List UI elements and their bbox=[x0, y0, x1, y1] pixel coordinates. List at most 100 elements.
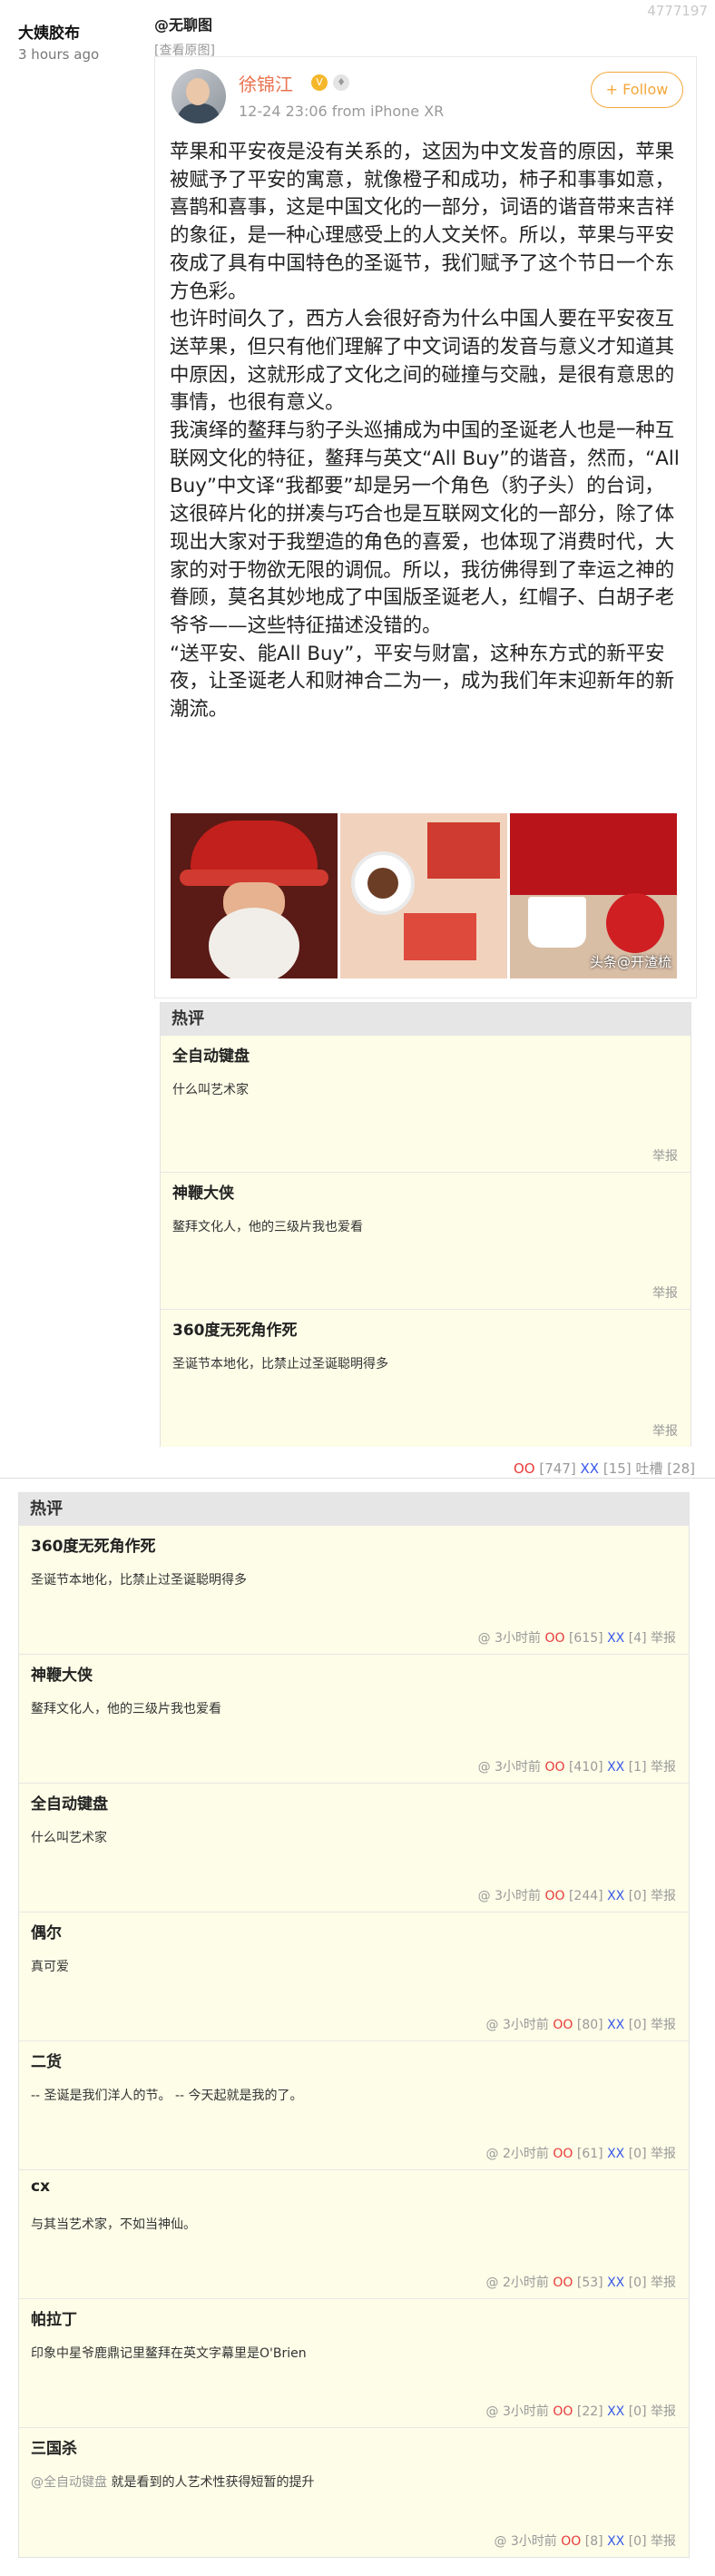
xx-count: [0] bbox=[628, 2276, 647, 2290]
report-link[interactable]: 举报 bbox=[651, 2018, 676, 2032]
oo-count: [410] bbox=[568, 1760, 603, 1775]
comment-footer: @ 3小时前 OO [410] XX [1] 举报 bbox=[478, 1757, 676, 1775]
oo-button[interactable]: OO bbox=[514, 1460, 535, 1477]
comment-author[interactable]: 360度无死角作死 bbox=[31, 1533, 156, 1556]
comment-item: 全自动键盘 什么叫艺术家 @ 3小时前 OO [244] XX [0] 举报 bbox=[19, 1784, 689, 1912]
xx-count: [0] bbox=[628, 2018, 647, 2032]
xx-count: [0] bbox=[628, 2147, 647, 2161]
report-link[interactable]: 举报 bbox=[651, 1760, 676, 1775]
comment-item: 三国杀 @全自动键盘 就是看到的人艺术性获得短暂的提升 @ 3小时前 OO [8] … bbox=[19, 2428, 689, 2557]
xx-button[interactable]: XX bbox=[607, 1889, 624, 1903]
comment-author[interactable]: 全自动键盘 bbox=[172, 1043, 250, 1066]
comment-time[interactable]: @ 3小时前 bbox=[486, 2018, 549, 2032]
report-link[interactable]: 举报 bbox=[651, 1889, 676, 1903]
report-link[interactable]: 举报 bbox=[651, 2404, 676, 2419]
comment-body: 就是看到的人艺术性获得短暂的提升 bbox=[107, 2475, 315, 2490]
tucao-link[interactable]: 吐槽 [28] bbox=[635, 1460, 695, 1477]
verified-badge-icon: V bbox=[311, 74, 328, 91]
oo-button[interactable]: OO bbox=[544, 1760, 564, 1775]
comment-author[interactable]: 神鞭大侠 bbox=[31, 1662, 93, 1685]
weibo-paragraph: 苹果和平安夜是没有关系的，这因为中文发音的原因，苹果被赋予了平安的寓意，就像橙子… bbox=[170, 141, 675, 303]
comment-time[interactable]: @ 2小时前 bbox=[486, 2147, 549, 2161]
hot-comments-preview: 热评 全自动键盘 什么叫艺术家 举报 神鞭大侠 鳌拜文化人，他的三级片我也爱看 … bbox=[160, 1002, 691, 1447]
comment-text: -- 圣诞是我们洋人的节。 -- 今天起就是我的了。 bbox=[31, 2086, 303, 2104]
weibo-text: 苹果和平安夜是没有关系的，这因为中文发音的原因，苹果被赋予了平安的寓意，就像橙子… bbox=[170, 139, 683, 724]
oo-button[interactable]: OO bbox=[544, 1631, 564, 1646]
comment-text: 印象中星爷鹿鼎记里鳌拜在英文字幕里是O'Brien bbox=[31, 2344, 307, 2362]
weibo-meta: 12-24 23:06 from iPhone XR bbox=[239, 103, 445, 120]
oo-button[interactable]: OO bbox=[553, 2276, 573, 2290]
photo-coffee[interactable] bbox=[340, 813, 507, 978]
oo-button[interactable]: OO bbox=[553, 2018, 573, 2032]
repost-header: @无聊图 [查看原图] bbox=[154, 13, 215, 59]
xx-count: [0] bbox=[628, 2404, 647, 2419]
comment-item: 偶尔 真可爱 @ 3小时前 OO [80] XX [0] 举报 bbox=[19, 1912, 689, 2041]
repost-source[interactable]: @无聊图 bbox=[154, 13, 215, 34]
comment-item: cx 与其当艺术家，不如当神仙。 @ 2小时前 OO [53] XX [0] 举报 bbox=[19, 2170, 689, 2299]
comment-footer: @ 3小时前 OO [8] XX [0] 举报 bbox=[494, 2532, 676, 2550]
xx-button[interactable]: XX bbox=[607, 2534, 624, 2549]
oo-count: [22] bbox=[576, 2404, 603, 2419]
comment-time[interactable]: @ 3小时前 bbox=[494, 2534, 556, 2549]
comment-author[interactable]: 偶尔 bbox=[31, 1920, 62, 1942]
author-block: 大姨胶布 3 hours ago bbox=[18, 20, 99, 63]
xx-button[interactable]: XX bbox=[607, 2018, 624, 2032]
comment-author[interactable]: 帕拉丁 bbox=[31, 2306, 77, 2329]
comment-footer: @ 3小时前 OO [615] XX [4] 举报 bbox=[478, 1628, 676, 1647]
author-name[interactable]: 大姨胶布 bbox=[18, 20, 99, 43]
hot-comments-list: 热评 360度无死角作死 圣诞节本地化，比禁止过圣诞聪明得多 @ 3小时前 OO [… bbox=[18, 1492, 690, 2558]
comment-time[interactable]: @ 3小时前 bbox=[478, 1760, 541, 1775]
comment-footer: @ 3小时前 OO [80] XX [0] 举报 bbox=[486, 2015, 676, 2033]
oo-button[interactable]: OO bbox=[553, 2404, 573, 2419]
comment-footer: @ 2小时前 OO [53] XX [0] 举报 bbox=[486, 2273, 676, 2291]
comment-author[interactable]: 二货 bbox=[31, 2049, 62, 2071]
comment-text: 与其当艺术家，不如当神仙。 bbox=[31, 2215, 196, 2233]
comment-text: 鳌拜文化人，他的三级片我也爱看 bbox=[172, 1220, 363, 1234]
comment-item: 360度无死角作死 圣诞节本地化，比禁止过圣诞聪明得多 @ 3小时前 OO [615… bbox=[19, 1526, 689, 1655]
weibo-user-name[interactable]: 徐锦江 bbox=[239, 70, 293, 96]
comment-mention[interactable]: @全自动键盘 bbox=[31, 2475, 107, 2490]
report-link[interactable]: 举报 bbox=[652, 1421, 678, 1440]
comment-time[interactable]: @ 3小时前 bbox=[478, 1889, 541, 1903]
comment-item: 360度无死角作死 圣诞节本地化，比禁止过圣诞聪明得多 举报 bbox=[161, 1310, 691, 1447]
comment-item: 神鞭大侠 鳌拜文化人，他的三级片我也爱看 @ 3小时前 OO [410] XX [1… bbox=[19, 1655, 689, 1784]
comment-author[interactable]: 全自动键盘 bbox=[31, 1791, 108, 1814]
weibo-paragraph: 我演绎的鳌拜与豹子头巡捕成为中国的圣诞老人也是一种互联网文化的特征，鳌拜与英文“… bbox=[170, 419, 680, 637]
report-link[interactable]: 举报 bbox=[651, 2276, 676, 2290]
comment-time[interactable]: @ 3小时前 bbox=[486, 2404, 549, 2419]
xx-button[interactable]: XX bbox=[581, 1460, 600, 1477]
comment-text: 圣诞节本地化，比禁止过圣诞聪明得多 bbox=[172, 1357, 388, 1372]
comment-text: @全自动键盘 就是看到的人艺术性获得短暂的提升 bbox=[31, 2473, 314, 2491]
divider bbox=[0, 1478, 715, 1479]
comment-footer: @ 3小时前 OO [244] XX [0] 举报 bbox=[478, 1886, 676, 1904]
comment-time[interactable]: @ 2小时前 bbox=[486, 2276, 549, 2290]
follow-button[interactable]: + Follow bbox=[591, 72, 683, 108]
oo-button[interactable]: OO bbox=[553, 2147, 573, 2161]
comment-author[interactable]: 360度无死角作死 bbox=[172, 1317, 298, 1340]
report-link[interactable]: 举报 bbox=[652, 1146, 678, 1165]
avatar[interactable] bbox=[171, 69, 226, 123]
photo-apple-mug[interactable]: 头条@开渣梳 bbox=[510, 813, 677, 978]
photo-santa[interactable] bbox=[171, 813, 338, 978]
comment-item: 全自动键盘 什么叫艺术家 举报 bbox=[161, 1036, 691, 1173]
xx-count: [15] bbox=[602, 1460, 632, 1477]
oo-button[interactable]: OO bbox=[561, 2534, 581, 2549]
hot-comments-title: 热评 bbox=[161, 1003, 691, 1036]
comment-author[interactable]: cx bbox=[31, 2178, 50, 2196]
comment-time[interactable]: @ 3小时前 bbox=[478, 1631, 541, 1646]
xx-button[interactable]: XX bbox=[607, 2147, 624, 2161]
report-link[interactable]: 举报 bbox=[651, 2147, 676, 2161]
xx-button[interactable]: XX bbox=[607, 2276, 624, 2290]
oo-count: [244] bbox=[568, 1889, 603, 1903]
report-link[interactable]: 举报 bbox=[651, 1631, 676, 1646]
image-watermark: 头条@开渣梳 bbox=[589, 954, 671, 970]
xx-button[interactable]: XX bbox=[607, 1631, 624, 1646]
comment-author[interactable]: 神鞭大侠 bbox=[172, 1180, 234, 1203]
comment-author[interactable]: 三国杀 bbox=[31, 2435, 77, 2458]
oo-button[interactable]: OO bbox=[544, 1889, 564, 1903]
report-link[interactable]: 举报 bbox=[651, 2534, 676, 2549]
report-link[interactable]: 举报 bbox=[652, 1283, 678, 1302]
xx-button[interactable]: XX bbox=[607, 2404, 624, 2419]
xx-button[interactable]: XX bbox=[607, 1760, 624, 1775]
post-id: 4777197 bbox=[647, 3, 708, 19]
